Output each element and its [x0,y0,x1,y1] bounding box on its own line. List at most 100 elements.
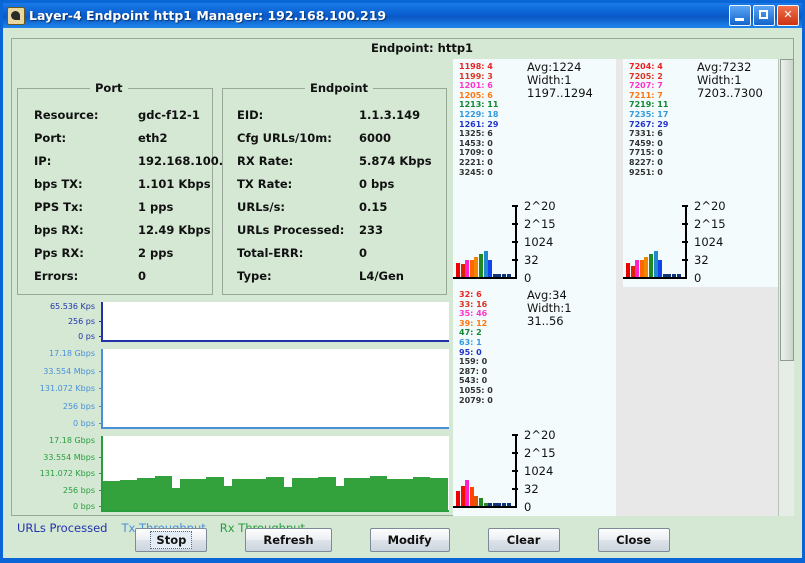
port-row-key: Resource: [34,107,99,122]
port-row: Resource: gdc-f12-1 [18,103,212,126]
graph-plot-area [101,302,449,342]
graph-y-axis-labels: 65.536 Kps 256 ps 0 ps [17,300,104,342]
histogram-bucket-entry: 543: 0 [459,376,488,386]
refresh-button[interactable]: Refresh [245,528,332,552]
button-label: Clear [506,533,541,547]
endpoint-group-title: Endpoint: http1 [367,41,478,55]
histogram-bucket-entry: 7204: 4 [629,62,663,71]
endpoint-row: EID: 1.1.3.149 [223,103,446,126]
graph-panel-tx-throughput-timeseries: 17.18 Gbps 33.554 Mbps 131.072 Kbps 256 bps… [17,347,449,429]
histogram-y-tick-mark [512,470,518,472]
histogram-bucket-entry: 1205: 6 [459,90,493,100]
histogram-bucket-entry: 7331: 6 [629,129,663,139]
close-button[interactable]: Close [597,528,670,552]
port-row: Errors: 0 [18,264,212,287]
stop-button[interactable]: Stop [135,528,208,552]
timeseries-graphs: 65.536 Kps 256 ps 0 ps 17.18 Gbps 33.554 Mbp… [17,300,449,512]
endpoint-row-value: 6000 [359,130,392,145]
histogram-bar [469,487,474,506]
histogram-y-tick-mark [512,223,518,225]
histogram-bar [456,262,460,277]
histogram-bucket-entry: 2221: 0 [459,157,493,167]
histogram-bar [474,256,479,277]
histogram-bucket-entry: 1213: 11 [459,100,499,110]
histogram-bucket-entry: 2079: 0 [459,395,493,405]
histogram-bucket-entry: 1709: 0 [459,148,493,158]
histogram-bar [502,274,506,277]
port-row-list: Resource: gdc-f12-1 Port: eth2 IP: 192.168.10… [18,103,247,287]
histogram-y-tick-label: 1024 [524,235,554,249]
graph-tick-label: 131.072 Kbps [39,384,95,393]
histogram-cell-histogram-2: 7204: 4 7205: 2 7207: 7 7211: 7 7219: 11 7235… [623,59,779,287]
histogram-bucket-entry: 7211: 7 [629,90,663,100]
endpoint-row-value: 233 [359,222,384,237]
title-bar: Layer-4 Endpoint http1 Manager: 192.168.… [3,3,802,28]
graph-tick-label: 0 bps [73,502,95,511]
histogram-y-tick-mark [512,259,518,261]
graph-tick-label: 17.18 Gbps [49,436,95,445]
graph-tick-label: 33.554 Mbps [43,452,95,462]
endpoint-row-value: L4/Gen [359,268,404,283]
histogram-bucket-entry: 9251: 0 [629,167,663,177]
histogram-bar [488,260,493,277]
endpoint-row-key: TX Rate: [237,176,293,191]
histogram-x-axis [453,277,515,279]
port-row-key: Pps RX: [34,245,84,260]
window-controls: ✕ [729,5,799,26]
histogram-y-tick-label: 32 [524,253,539,267]
histogram-area: 32: 6 33: 16 35: 46 39: 12 47: 2 63: 1 95: 0 15… [453,59,794,516]
minimize-button[interactable] [729,5,751,26]
histogram-y-tick-label: 2^20 [694,199,726,213]
port-row-key: bps TX: [34,176,83,191]
histogram-bucket-entry: 1201: 6 [459,81,493,91]
maximize-icon [759,10,768,19]
endpoint-row-key: Type: [237,268,272,283]
endpoint-row-key: EID: [237,107,264,122]
graph-panel-urls-processed-timeseries: 65.536 Kps 256 ps 0 ps [17,300,449,342]
button-label: Refresh [263,533,314,547]
histogram-bucket-entry: 95: 0 [459,347,482,357]
histogram-bucket-entry: 3245: 0 [459,167,493,177]
histogram-bucket-entry: 33: 16 [459,299,488,309]
histogram-y-tick-label: 2^20 [524,428,556,442]
histogram-bucket-entry: 7207: 7 [629,81,663,91]
histogram-bucket-entry: 7715: 0 [629,148,663,158]
histogram-bar [460,264,465,277]
port-row-value: 2 pps [138,245,174,260]
histogram-bucket-list: 32: 6 33: 16 35: 46 39: 12 47: 2 63: 1 95: 0 15… [459,290,493,405]
histogram-bar [672,274,676,277]
histogram-bucket-entry: 1261: 29 [459,119,499,129]
histogram-bar [497,503,502,506]
histogram-bar [492,503,497,506]
histogram-bucket-list: 1198: 4 1199: 3 1201: 6 1205: 6 1213: 11 1229… [459,62,498,177]
histogram-bar [460,485,465,506]
histogram-bar [676,274,681,277]
histogram-bucket-list: 7204: 4 7205: 2 7207: 7 7211: 7 7219: 11 7235… [629,62,668,177]
histogram-y-tick-mark [682,205,688,207]
histogram-bucket-entry: 47: 2 [459,328,482,338]
minimize-icon [735,18,744,21]
modify-button[interactable]: Modify [369,528,450,552]
histogram-bucket-entry: 7459: 0 [629,138,663,148]
maximize-button[interactable] [753,5,775,26]
histogram-bar [506,274,511,277]
graph-panel-rx-throughput-timeseries: 17.18 Gbps 33.554 Mbps 131.072 Kbps 256 bps… [17,434,449,512]
histogram-bucket-entry: 39: 12 [459,318,488,328]
port-row-key: Port: [34,130,67,145]
histogram-bar [469,260,474,277]
histogram-y-tick-mark [512,452,518,454]
endpoint-window: Layer-4 Endpoint http1 Manager: 192.168.… [0,0,805,563]
clear-button[interactable]: Clear [487,528,560,552]
endpoint-row-list: EID: 1.1.3.149 Cfg URLs/10m: 6000 RX Rate: 5.… [223,103,446,287]
endpoint-row: Total-ERR: 0 [223,241,446,264]
histogram-scrollbar[interactable] [778,59,794,516]
histogram-scrollbar-thumb[interactable] [780,59,794,361]
graph-tick-label: 0 ps [78,332,95,341]
endpoint-row: TX Rate: 0 bps [223,172,446,195]
java-coffee-cup-icon [7,6,25,25]
port-row-value: eth2 [138,130,168,145]
window-content: Endpoint: http1 Port Resource: gdc-f12-1 P… [3,28,802,560]
graph-tick-label: 65.536 Kps [49,302,95,311]
endpoint-row: Cfg URLs/10m: 6000 [223,126,446,149]
close-button[interactable]: ✕ [777,5,799,26]
